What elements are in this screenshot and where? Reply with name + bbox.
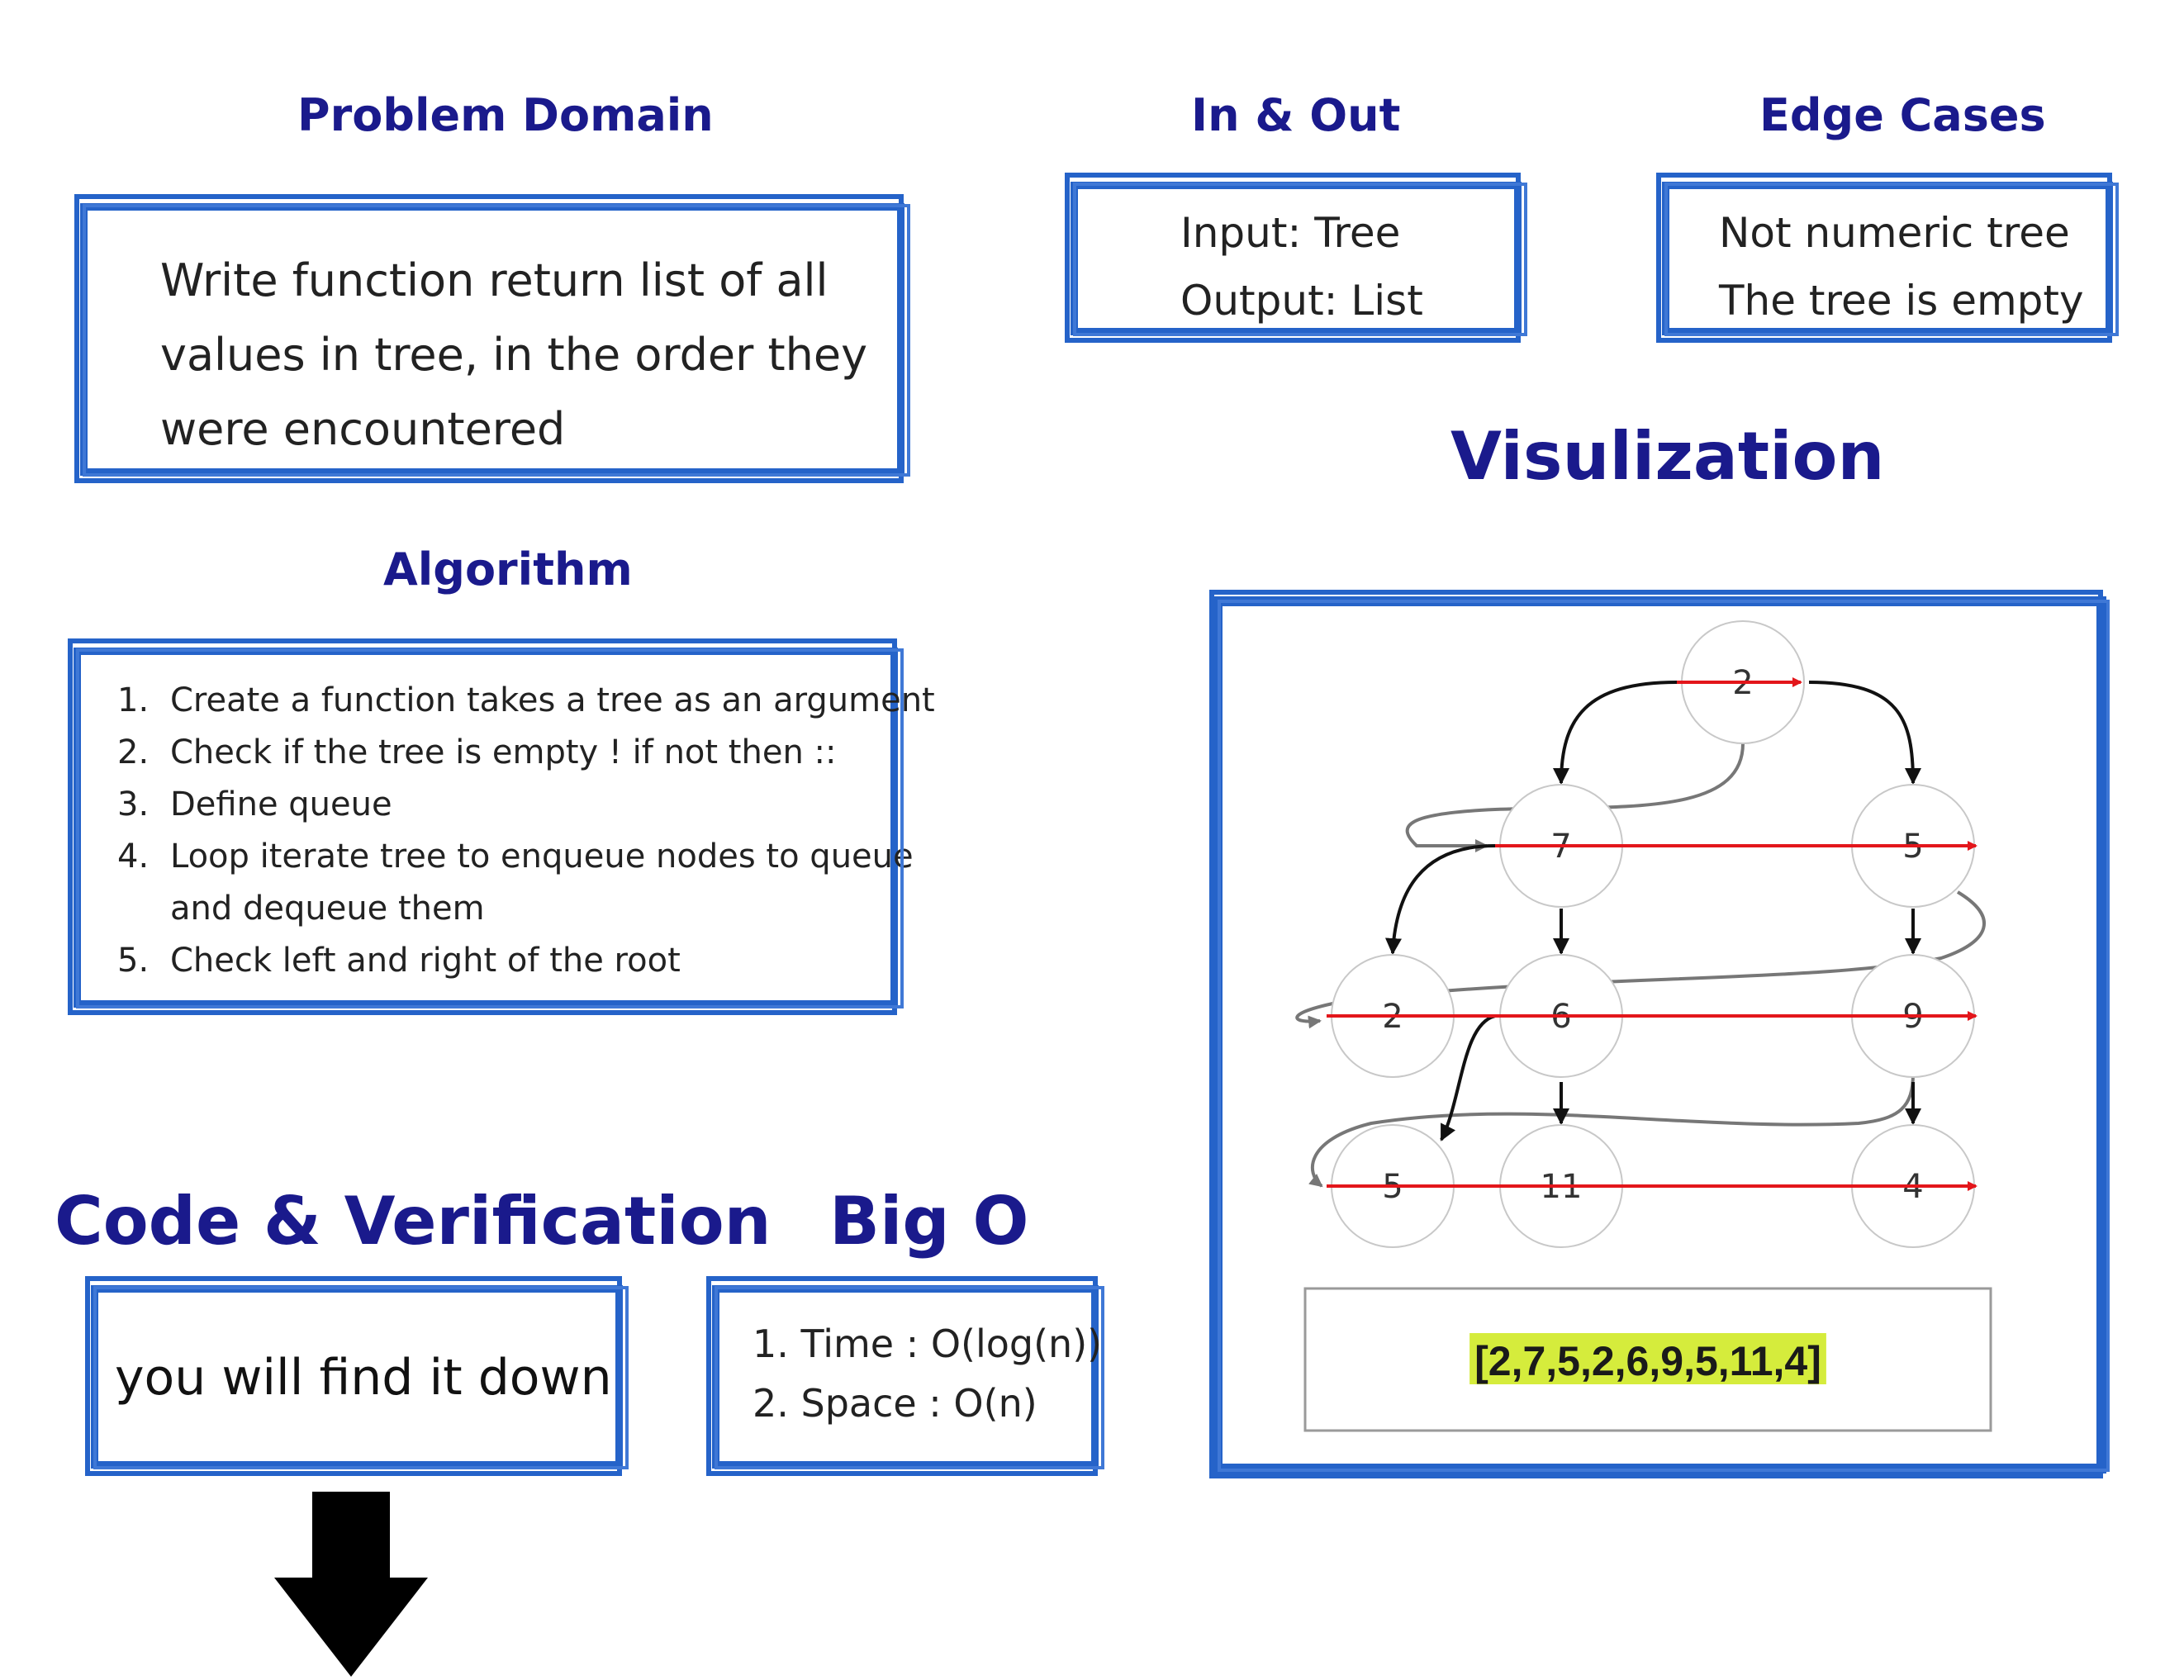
bfs-tree-diagram: 27 52 6 95 11 4 [2,7,5,2,6,9,5,11,4] bbox=[1295, 620, 1992, 1432]
tree-edge bbox=[1553, 681, 1678, 785]
result-text: [2,7,5,2,6,9,5,11,4] bbox=[1474, 1338, 1821, 1384]
tree-edge bbox=[1808, 681, 1921, 785]
tree-edge bbox=[1384, 844, 1496, 955]
